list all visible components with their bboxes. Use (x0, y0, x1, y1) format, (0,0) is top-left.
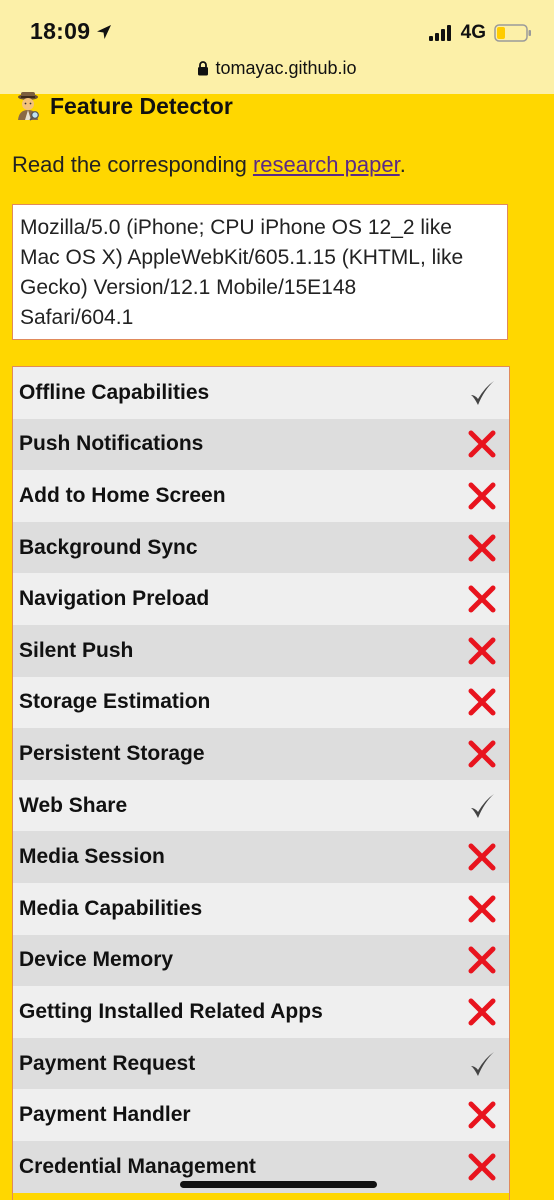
feature-name: Storage Estimation (19, 690, 211, 714)
cross-icon (468, 688, 496, 716)
feature-name: Navigation Preload (19, 587, 210, 611)
checkmark-icon (471, 380, 494, 405)
feature-row: Getting Installed Related Apps (13, 986, 509, 1038)
feature-row: Add to Home Screen (13, 470, 509, 522)
feature-name: Persistent Storage (19, 741, 205, 765)
feature-name: Media Capabilities (19, 896, 203, 920)
feature-name: Offline Capabilities (19, 380, 210, 404)
cellular-signal-icon (428, 25, 451, 41)
cross-icon (468, 482, 496, 510)
feature-row: Offline Capabilities (13, 367, 509, 419)
feature-name: Credential Management (19, 1154, 256, 1178)
feature-row: Silent Push (13, 624, 509, 677)
feature-row: Push Notifications (13, 418, 509, 471)
detective-emoji-icon (18, 92, 39, 121)
feature-name: Push Notifications (19, 432, 204, 456)
research-paper-link[interactable]: research paper (253, 152, 400, 177)
battery-icon (494, 24, 531, 42)
feature-name: Background Sync (19, 535, 198, 559)
feature-name: Device Memory (19, 948, 174, 972)
page-title-text: Feature Detector (50, 92, 233, 119)
feature-name: Web Share (19, 793, 128, 817)
cross-icon (468, 740, 496, 768)
feature-name: Media Session (19, 845, 165, 869)
feature-name: Payment Request (19, 1051, 196, 1075)
cross-icon (468, 1153, 496, 1181)
feature-name: Getting Installed Related Apps (19, 999, 323, 1023)
feature-name: Add to Home Screen (19, 483, 226, 507)
status-indicators: 4G (428, 22, 532, 44)
browser-chrome: 18:09 4G tomayac.github.io (0, 0, 554, 94)
checkmark-icon (471, 1051, 494, 1076)
feature-row: Payment Request (13, 1037, 509, 1090)
feature-row: Device Memory (13, 934, 509, 987)
page-title: Feature Detector (14, 91, 233, 121)
user-agent-box: Mozilla/5.0 (iPhone; CPU iPhone OS 12_2 … (12, 204, 508, 340)
cross-icon (468, 534, 496, 562)
feature-name: Silent Push (19, 638, 134, 662)
cross-icon (468, 843, 496, 871)
status-time: 18:09 (30, 18, 112, 45)
address-bar[interactable]: tomayac.github.io (0, 58, 554, 79)
feature-row: Navigation Preload (13, 573, 509, 625)
feature-row: Media Session (13, 831, 509, 883)
feature-list: Offline Capabilities Push Notifications Ad… (12, 366, 510, 1200)
feature-row: Background Sync (13, 521, 509, 574)
cross-icon (468, 998, 496, 1026)
url-text: tomayac.github.io (215, 58, 357, 78)
cross-icon (468, 1101, 496, 1129)
intro-text: Read the corresponding research paper. (12, 152, 406, 178)
cross-icon (468, 430, 496, 458)
location-arrow-icon (97, 24, 112, 39)
feature-row: Storage Estimation (13, 676, 509, 729)
checkmark-icon (471, 793, 494, 818)
feature-row: Payment Handler (13, 1089, 509, 1141)
home-indicator[interactable] (180, 1181, 377, 1188)
intro-suffix: . (399, 152, 406, 177)
cross-icon (468, 946, 496, 974)
intro-prefix: Read the corresponding (12, 152, 253, 177)
feature-row: Persistent Storage (13, 728, 509, 780)
cross-icon (468, 585, 496, 613)
cross-icon (468, 895, 496, 923)
cross-icon (468, 637, 496, 665)
network-type: 4G (460, 22, 486, 43)
feature-row: Web Share (13, 779, 509, 832)
status-time-text: 18:09 (30, 18, 91, 44)
feature-row: Media Capabilities (13, 882, 509, 935)
feature-name: Payment Handler (19, 1103, 191, 1127)
lock-icon (198, 61, 209, 76)
